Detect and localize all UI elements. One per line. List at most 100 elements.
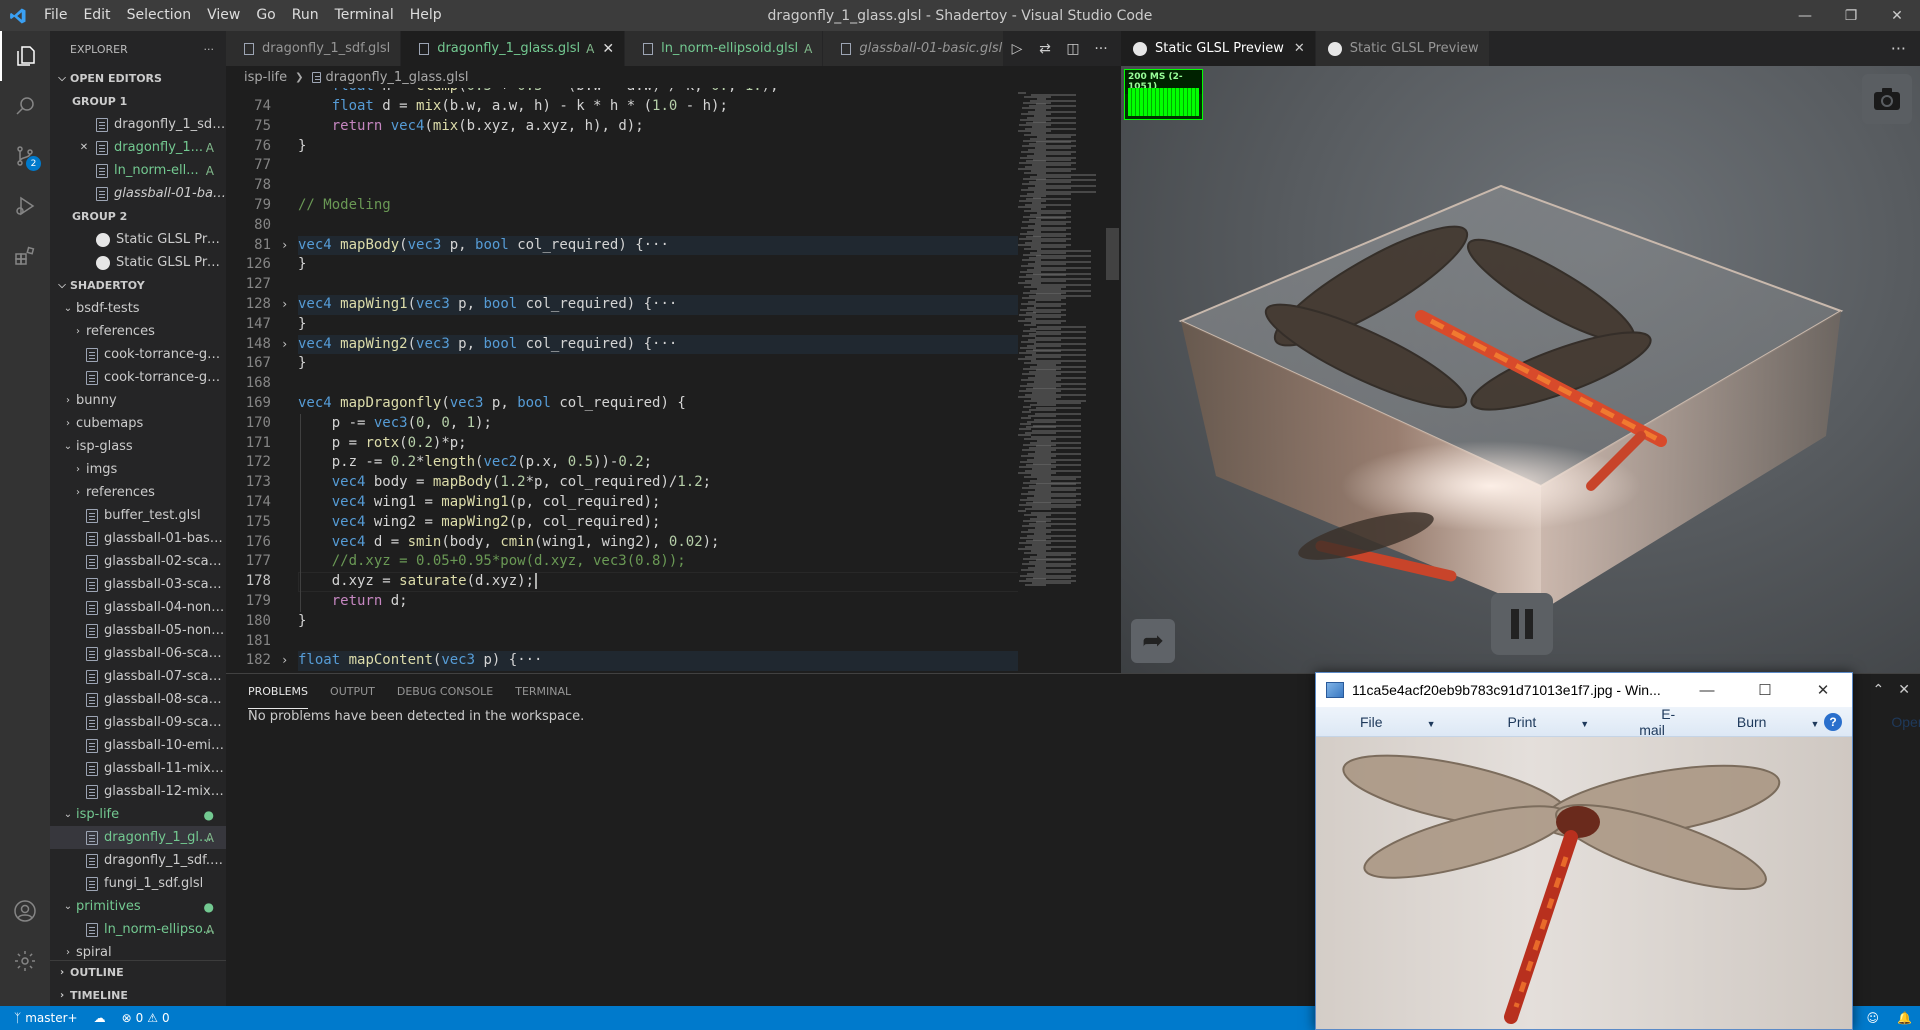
viewer-menu-print[interactable]: Print ▼ <box>1463 714 1617 730</box>
breadcrumb-folder[interactable]: isp-life <box>244 70 287 85</box>
preview-tab[interactable]: Static GLSL Preview ✕ <box>1121 31 1316 66</box>
tree-item[interactable]: › bunny <box>50 389 226 412</box>
panel-tab-problems[interactable]: PROBLEMS <box>248 674 309 709</box>
panel-tab-debug-console[interactable]: DEBUG CONSOLE <box>397 674 493 709</box>
tree-item[interactable]: ⌄ primitives ● <box>50 895 226 918</box>
open-editor-item[interactable]: Static GLSL Previ... <box>50 251 226 274</box>
help-icon[interactable]: ? <box>1824 713 1842 731</box>
open-editor-item[interactable]: ln_norm-ell... A <box>50 159 226 182</box>
fold-chevron-icon[interactable]: › <box>281 236 288 256</box>
shader-render-canvas[interactable]: 200 MS (2-1051) ➦ <box>1121 66 1920 673</box>
close-tab-icon[interactable]: ✕ <box>1294 41 1305 56</box>
tree-item[interactable]: glassball-06-scatter_... <box>50 642 226 665</box>
tree-item[interactable]: glassball-08-scatter.... <box>50 688 226 711</box>
tree-item[interactable]: glassball-02-scatter.... <box>50 550 226 573</box>
close-editor-icon[interactable]: ✕ <box>76 142 92 153</box>
tree-item[interactable]: ⌄ isp-glass <box>50 435 226 458</box>
tree-item[interactable]: › imgs <box>50 458 226 481</box>
source-control-icon[interactable]: 2 <box>0 131 50 181</box>
tree-item[interactable]: fungi_1_sdf.glsl <box>50 872 226 895</box>
editor-scrollbar[interactable] <box>1106 228 1119 280</box>
explorer-icon[interactable] <box>0 31 50 81</box>
open-editor-item[interactable]: ✕ dragonfly_1... A <box>50 136 226 159</box>
tree-item[interactable]: glassball-11-mix.glsl <box>50 757 226 780</box>
menu-view[interactable]: View <box>199 0 248 31</box>
compare-icon[interactable]: ⇄ <box>1031 41 1059 57</box>
tree-item[interactable]: glassball-03-scatter.... <box>50 573 226 596</box>
maximize-panel-icon[interactable]: ⌃ <box>1873 682 1885 698</box>
close-tab-icon[interactable]: ✕ <box>602 41 614 57</box>
tree-item[interactable]: dragonfly_1_gl... A <box>50 826 226 849</box>
tree-item[interactable]: dragonfly_1_sdf.glsl <box>50 849 226 872</box>
editor-tab[interactable]: dragonfly_1_sdf.glsl <box>226 31 402 66</box>
pause-button[interactable] <box>1491 593 1553 655</box>
tree-item[interactable]: › cubemaps <box>50 412 226 435</box>
extensions-icon[interactable] <box>0 231 50 281</box>
viewer-menu-file[interactable]: File ▼ <box>1316 714 1463 730</box>
open-editor-item[interactable]: dragonfly_1_sdf.... <box>50 113 226 136</box>
viewer-maximize-button[interactable]: ☐ <box>1736 681 1794 699</box>
git-branch[interactable]: ᛉ master+ <box>0 1011 86 1025</box>
workspace-section[interactable]: ⌵ SHADERTOY <box>50 274 226 297</box>
editor-tab[interactable]: glassball-01-basic.glsl <box>823 31 1014 66</box>
fold-chevron-icon[interactable]: › <box>281 651 288 671</box>
more-actions-icon[interactable]: ··· <box>204 43 215 56</box>
problems-status[interactable]: ⊗ 0 ⚠ 0 <box>114 1011 178 1025</box>
photo-viewer-titlebar[interactable]: 11ca5e4acf20eb9b783c91d71013e1f7.jpg - W… <box>1316 673 1852 707</box>
tree-item[interactable]: glassball-01-basic.glsl <box>50 527 226 550</box>
open-editor-item[interactable]: Static GLSL Previ... <box>50 228 226 251</box>
accounts-icon[interactable] <box>0 886 50 936</box>
tree-item[interactable]: ⌄ isp-life ● <box>50 803 226 826</box>
menu-terminal[interactable]: Terminal <box>327 0 402 31</box>
fold-chevron-icon[interactable]: › <box>281 335 288 355</box>
tree-item[interactable]: cook-torrance-ggx.g... <box>50 366 226 389</box>
editor-tab[interactable]: ln_norm-ellipsoid.glsl A <box>625 31 824 66</box>
screenshot-camera-button[interactable] <box>1862 74 1912 124</box>
notifications-bell-icon[interactable]: 🔔 <box>1897 1011 1912 1025</box>
minimap[interactable] <box>1018 88 1118 673</box>
restore-button[interactable]: ❐ <box>1828 0 1874 31</box>
preview-tab[interactable]: Static GLSL Preview <box>1315 31 1490 66</box>
viewer-menu-open[interactable]: Open▼ <box>1847 714 1920 730</box>
run-debug-icon[interactable] <box>0 181 50 231</box>
editor-tab[interactable]: dragonfly_1_glass.glsl A ✕ <box>401 31 626 66</box>
menu-help[interactable]: Help <box>402 0 450 31</box>
timeline-section[interactable]: › TIMELINE <box>50 984 226 1006</box>
tree-item[interactable]: glassball-07-scatter.... <box>50 665 226 688</box>
tree-item[interactable]: › references <box>50 481 226 504</box>
menu-selection[interactable]: Selection <box>119 0 200 31</box>
tree-item[interactable]: glassball-05-nonunif... <box>50 619 226 642</box>
fold-chevron-icon[interactable]: › <box>281 295 288 315</box>
close-panel-icon[interactable]: ✕ <box>1898 682 1910 698</box>
breadcrumb-file[interactable]: dragonfly_1_glass.glsl <box>326 70 469 85</box>
feedback-icon[interactable]: ☺ <box>1867 1011 1880 1025</box>
search-icon[interactable] <box>0 81 50 131</box>
menu-edit[interactable]: Edit <box>75 0 118 31</box>
settings-gear-icon[interactable] <box>0 936 50 986</box>
panel-tab-output[interactable]: OUTPUT <box>330 674 375 709</box>
outline-section[interactable]: › OUTLINE <box>50 961 226 984</box>
code-editor[interactable]: float h = clamp(0.5 + 0.5 * (b.w - a.w) … <box>226 88 1121 673</box>
preview-more-icon[interactable]: ··· <box>1891 31 1906 66</box>
tree-item[interactable]: › references <box>50 320 226 343</box>
editor-more-icon[interactable]: ··· <box>1087 41 1115 57</box>
menu-file[interactable]: File <box>36 0 75 31</box>
close-window-button[interactable]: ✕ <box>1874 0 1920 31</box>
tree-item[interactable]: ln_norm-ellipso... A <box>50 918 226 941</box>
split-editor-icon[interactable]: ◫ <box>1059 41 1087 57</box>
viewer-minimize-button[interactable]: — <box>1678 682 1736 699</box>
tree-item[interactable]: glassball-12-mix.glsl <box>50 780 226 803</box>
tree-item[interactable]: cook-torrance-ggx-i... <box>50 343 226 366</box>
run-icon[interactable]: ▷ <box>1003 41 1031 57</box>
menu-go[interactable]: Go <box>248 0 283 31</box>
viewer-close-button[interactable]: ✕ <box>1794 681 1852 699</box>
tree-item[interactable]: buffer_test.glsl <box>50 504 226 527</box>
viewer-menu-email[interactable]: E-mail <box>1617 706 1693 738</box>
sync-icon[interactable]: ☁ <box>86 1011 114 1025</box>
tree-item[interactable]: ⌄ bsdf-tests <box>50 297 226 320</box>
tree-item[interactable]: glassball-04-nonunif... <box>50 596 226 619</box>
menu-run[interactable]: Run <box>284 0 327 31</box>
open-editors-section[interactable]: ⌵ OPEN EDITORS <box>50 67 226 90</box>
panel-tab-terminal[interactable]: TERMINAL <box>515 674 571 709</box>
share-button[interactable]: ➦ <box>1131 619 1175 663</box>
